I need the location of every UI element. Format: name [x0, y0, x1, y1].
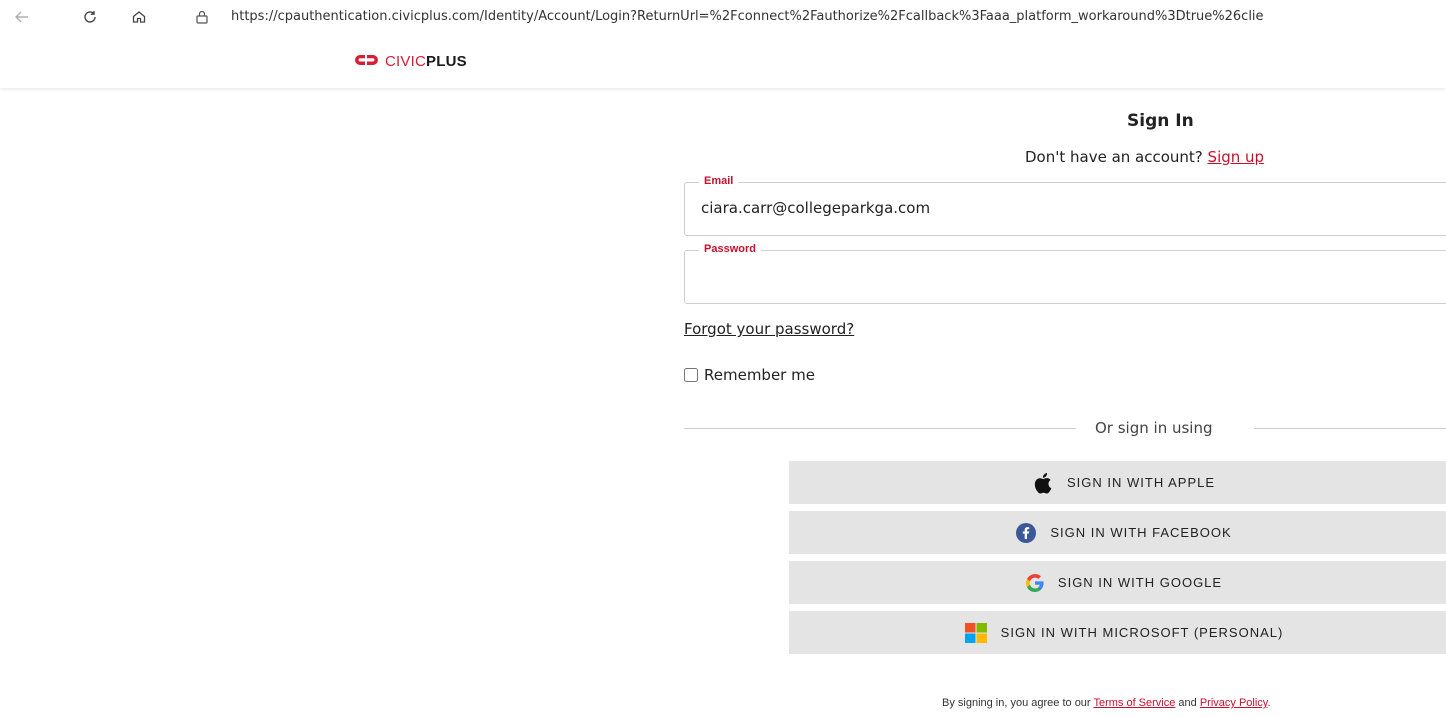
back-arrow-icon[interactable] [12, 7, 32, 27]
or-sign-in-text: Or sign in using [1095, 419, 1213, 437]
google-button-label: SIGN IN WITH GOOGLE [1057, 575, 1223, 590]
email-field[interactable]: Email [684, 175, 1446, 236]
sign-in-apple-button[interactable]: SIGN IN WITH APPLE [789, 461, 1446, 504]
microsoft-icon [964, 622, 987, 643]
facebook-button-label: SIGN IN WITH FACEBOOK [1050, 525, 1232, 540]
sign-in-microsoft-button[interactable]: SIGN IN WITH MICROSOFT (PERSONAL) [789, 611, 1446, 654]
signup-prompt: Don't have an account? Sign up [1025, 148, 1264, 166]
address-bar[interactable]: https://cpauthentication.civicplus.com/I… [231, 9, 1446, 24]
remember-me-checkbox[interactable] [684, 368, 698, 382]
terms-of-service-link[interactable]: Terms of Service [1093, 697, 1175, 709]
apple-icon [1033, 472, 1053, 494]
logo-plus: PLUS [426, 53, 467, 70]
page-title: Sign In [1127, 111, 1194, 131]
facebook-icon [1016, 522, 1037, 543]
divider-right [1254, 428, 1446, 429]
forgot-password-link[interactable]: Forgot your password? [684, 320, 854, 338]
google-icon [1025, 573, 1044, 592]
password-input[interactable] [701, 267, 1401, 285]
remember-me-label: Remember me [704, 366, 815, 384]
privacy-policy-link[interactable]: Privacy Policy [1200, 697, 1268, 709]
terms-and: and [1175, 697, 1200, 709]
browser-toolbar: https://cpauthentication.civicplus.com/I… [0, 0, 1446, 34]
terms-notice: By signing in, you agree to our Terms of… [942, 697, 1271, 709]
sign-in-google-button[interactable]: SIGN IN WITH GOOGLE [789, 561, 1446, 604]
home-icon[interactable] [129, 7, 149, 27]
remember-me[interactable]: Remember me [684, 366, 815, 384]
civicplus-mark-icon [355, 52, 379, 71]
civicplus-logo[interactable]: CIVICPLUS [355, 52, 467, 71]
reload-icon[interactable] [80, 7, 100, 27]
email-label: Email [699, 175, 739, 187]
apple-button-label: SIGN IN WITH APPLE [1066, 475, 1216, 490]
no-account-text: Don't have an account? [1025, 148, 1208, 166]
sign-up-link[interactable]: Sign up [1208, 148, 1265, 166]
sign-in-facebook-button[interactable]: SIGN IN WITH FACEBOOK [789, 511, 1446, 554]
lock-icon[interactable] [195, 9, 209, 29]
email-input[interactable] [701, 199, 1401, 217]
terms-prefix: By signing in, you agree to our [942, 697, 1094, 709]
logo-civic: CIVIC [385, 53, 427, 70]
logo-text: CIVICPLUS [385, 53, 467, 70]
microsoft-button-label: SIGN IN WITH MICROSOFT (PERSONAL) [1000, 625, 1284, 640]
password-label: Password [699, 243, 761, 255]
site-header: CIVICPLUS [0, 34, 1446, 88]
terms-suffix: . [1267, 697, 1271, 709]
divider-left [684, 428, 1076, 429]
password-field[interactable]: Password [684, 243, 1446, 304]
